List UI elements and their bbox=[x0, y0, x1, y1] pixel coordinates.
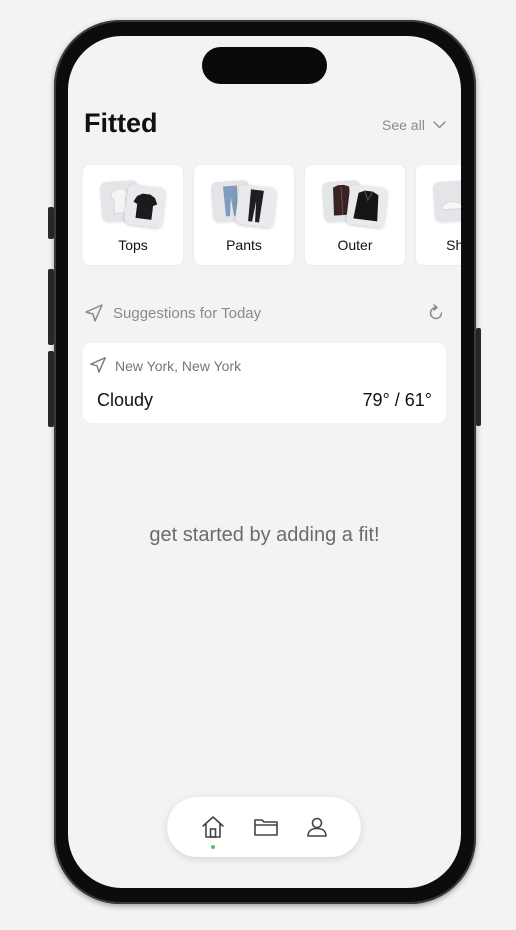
jacket-icon bbox=[321, 179, 389, 229]
category-card-pants[interactable]: Pants bbox=[194, 165, 294, 265]
category-label: Shoes bbox=[446, 237, 461, 253]
person-icon[interactable] bbox=[303, 813, 331, 841]
see-all-label: See all bbox=[382, 117, 425, 133]
jeans-icon bbox=[210, 179, 278, 229]
navigation-arrow-icon bbox=[85, 304, 103, 322]
power-button bbox=[476, 328, 481, 426]
weather-card: New York, New York Cloudy 79° / 61° bbox=[83, 343, 446, 423]
refresh-icon[interactable] bbox=[426, 303, 446, 323]
dynamic-island bbox=[202, 47, 327, 84]
see-all-button[interactable]: See all bbox=[382, 117, 446, 133]
weather-location: New York, New York bbox=[115, 358, 242, 374]
tab-bar bbox=[167, 797, 361, 857]
category-card-outer[interactable]: Outer bbox=[305, 165, 405, 265]
page-title: Fitted bbox=[84, 108, 158, 138]
tshirt-icon bbox=[99, 179, 167, 229]
home-icon[interactable] bbox=[199, 813, 227, 841]
category-label: Outer bbox=[337, 237, 373, 253]
active-tab-indicator bbox=[211, 845, 215, 849]
shoe-icon bbox=[432, 179, 461, 229]
suggestions-heading: Suggestions for Today bbox=[113, 305, 262, 322]
folder-icon[interactable] bbox=[252, 813, 280, 841]
category-label: Tops bbox=[118, 237, 148, 253]
chevron-down-icon bbox=[433, 121, 446, 129]
empty-state-message: get started by adding a fit! bbox=[149, 524, 380, 546]
category-card-shoes[interactable]: Shoes bbox=[416, 165, 461, 265]
category-carousel[interactable]: Tops Pants Outer Sh bbox=[83, 165, 461, 267]
category-label: Pants bbox=[226, 237, 262, 253]
weather-temperature: 79° / 61° bbox=[362, 390, 432, 410]
suggestions-header: Suggestions for Today bbox=[84, 302, 446, 326]
category-card-tops[interactable]: Tops bbox=[83, 165, 183, 265]
app-screen: Fitted See all Tops Pants Outer Sh Sugge… bbox=[68, 36, 461, 888]
location-arrow-icon bbox=[90, 357, 106, 373]
weather-condition: Cloudy bbox=[97, 390, 154, 410]
